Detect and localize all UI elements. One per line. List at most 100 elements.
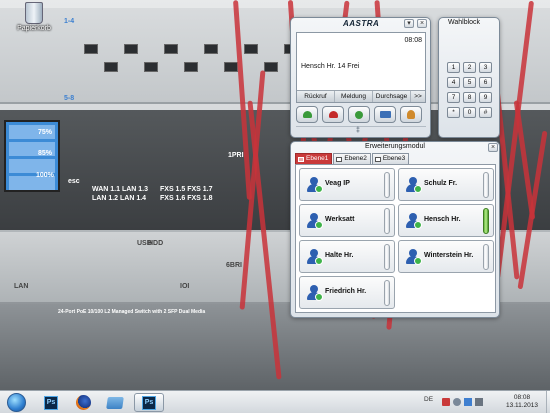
speed-dial-panel: Veag IP Schulz Fr. Werksatt Hensch Hr. H… [295, 164, 496, 313]
port-group-2: LAN 1.2 LAN 1.4 [92, 195, 147, 202]
key-5[interactable]: 5 [463, 77, 476, 88]
keypad-window: Wahlblock 1 2 3 4 5 6 7 8 9 * 0 # [438, 17, 500, 138]
keypad-drag-handle[interactable] [441, 20, 447, 29]
resize-grip-icon[interactable]: ‡ [356, 127, 360, 134]
lan-label: LAN [14, 283, 29, 290]
keypad-title: Wahlblock [448, 19, 481, 26]
status-lamp [384, 244, 390, 270]
tab-ebene3[interactable]: Ebene3 [371, 153, 410, 164]
taskbar-photoshop-1[interactable]: Ps [36, 393, 66, 412]
key-hash[interactable]: # [479, 107, 492, 118]
answer-call-button[interactable] [296, 106, 318, 123]
contact-available-icon [307, 249, 323, 265]
key-1[interactable]: 1 [447, 62, 460, 73]
tab-page-icon [374, 156, 381, 162]
taskbar-photoshop-2[interactable]: Ps [134, 393, 164, 412]
display-status: Hensch Hr. 14 Frei [301, 63, 360, 70]
tab-ebene2[interactable]: Ebene2 [333, 153, 371, 164]
lcd-value-3: 100% [36, 172, 54, 179]
speed-dial-winterstein[interactable]: Winterstein Hr. [398, 240, 494, 273]
speed-dial-label: Schulz Fr. [424, 180, 458, 187]
ethernet-port [164, 44, 178, 54]
softkey-durchsage[interactable]: Durchsage [373, 91, 411, 102]
status-lamp [384, 280, 390, 306]
firefox-icon [75, 395, 91, 410]
monitor-icon[interactable] [464, 398, 472, 406]
photoshop-icon: Ps [44, 395, 58, 410]
clock-date: 13.11.2013 [505, 402, 539, 409]
key-star[interactable]: * [447, 107, 460, 118]
tab-label: Ebene2 [344, 155, 367, 162]
minimize-button[interactable]: ▾ [404, 19, 414, 28]
phone-window: AASTRA ▾ × 08:08 Hensch Hr. 14 Frei Rück… [290, 17, 431, 138]
esc-label: esc [68, 178, 80, 185]
keypad-grid: 1 2 3 4 5 6 7 8 9 * 0 # [447, 62, 493, 118]
system-tray: DE 08:08 13.11.2013 [420, 391, 550, 413]
taskbar-phone-app[interactable] [100, 393, 130, 412]
speed-dial-label: Hensch Hr. [424, 216, 461, 223]
status-lamp [483, 244, 489, 270]
phonebook-button[interactable] [374, 106, 396, 123]
clock[interactable]: 08:08 13.11.2013 [500, 394, 544, 410]
taskbar-firefox[interactable] [68, 393, 98, 412]
softkey-more[interactable]: >> [411, 91, 425, 102]
key-6[interactable]: 6 [479, 77, 492, 88]
status-lamp [384, 172, 390, 198]
ethernet-port [144, 62, 158, 72]
key-7[interactable]: 7 [447, 92, 460, 103]
status-lamp [384, 208, 390, 234]
key-8[interactable]: 8 [463, 92, 476, 103]
call-action-bar [296, 106, 426, 124]
speed-dial-halte[interactable]: Halte Hr. [299, 240, 395, 273]
redial-button[interactable] [348, 106, 370, 123]
volume-icon[interactable] [475, 398, 483, 406]
tab-ebene1[interactable]: Ebene1 [295, 153, 333, 164]
bri-label: 6BRI [226, 262, 242, 269]
close-button[interactable]: × [417, 19, 427, 28]
speed-dial-schulz[interactable]: Schulz Fr. [398, 168, 494, 201]
speed-dial-friedrich[interactable]: Friedrich Hr. [299, 276, 395, 309]
switch-caption: 24-Port PoE 10/100 L2 Managed Switch wit… [58, 309, 206, 315]
language-indicator[interactable]: DE [424, 396, 433, 403]
book-icon [379, 111, 391, 118]
port-group-3: FXS 1.5 FXS 1.7 [160, 186, 213, 193]
speed-dial-veag-ip[interactable]: Veag IP [299, 168, 395, 201]
key-3[interactable]: 3 [479, 62, 492, 73]
contact-available-icon [307, 177, 323, 193]
ethernet-port [104, 62, 118, 72]
module-close-button[interactable]: × [488, 143, 498, 152]
contacts-button[interactable] [400, 106, 422, 123]
softkey-rueckruf[interactable]: Rückruf [297, 91, 335, 102]
phone-green-icon [302, 111, 312, 118]
ethernet-port [84, 44, 98, 54]
key-9[interactable]: 9 [479, 92, 492, 103]
network-icon[interactable] [442, 398, 450, 406]
extension-module-window: Erweiterungsmodul × Ebene1 Ebene2 Ebene3… [290, 141, 500, 318]
recycle-bin-shortcut[interactable]: Papierkorb [14, 2, 54, 32]
phone-titlebar[interactable]: AASTRA ▾ × [291, 18, 430, 30]
phone-footer: ‡ [296, 126, 426, 135]
softkey-meldung[interactable]: Meldung [335, 91, 373, 102]
key-0[interactable]: 0 [463, 107, 476, 118]
speed-dial-werksatt[interactable]: Werksatt [299, 204, 395, 237]
redial-icon [355, 110, 363, 119]
speed-dial-hensch[interactable]: Hensch Hr. [398, 204, 494, 237]
key-2[interactable]: 2 [463, 62, 476, 73]
module-titlebar[interactable]: Erweiterungsmodul [291, 142, 499, 153]
key-4[interactable]: 4 [447, 77, 460, 88]
ethernet-port [264, 62, 278, 72]
status-lamp [483, 172, 489, 198]
hang-up-button[interactable] [322, 106, 344, 123]
windows-orb-icon [6, 393, 26, 412]
flag-icon[interactable] [453, 398, 461, 406]
module-title: Erweiterungsmodul [365, 143, 425, 150]
show-desktop-button[interactable] [546, 391, 550, 413]
ethernet-port [184, 62, 198, 72]
module-tabs: Ebene1 Ebene2 Ebene3 [295, 153, 410, 164]
start-button[interactable] [2, 392, 30, 413]
status-lamp-busy [483, 208, 489, 234]
speed-dial-label: Halte Hr. [325, 252, 354, 259]
ethernet-port [224, 62, 238, 72]
tab-page-icon [336, 156, 343, 162]
softkey-bar: Rückruf Meldung Durchsage >> [297, 90, 425, 102]
